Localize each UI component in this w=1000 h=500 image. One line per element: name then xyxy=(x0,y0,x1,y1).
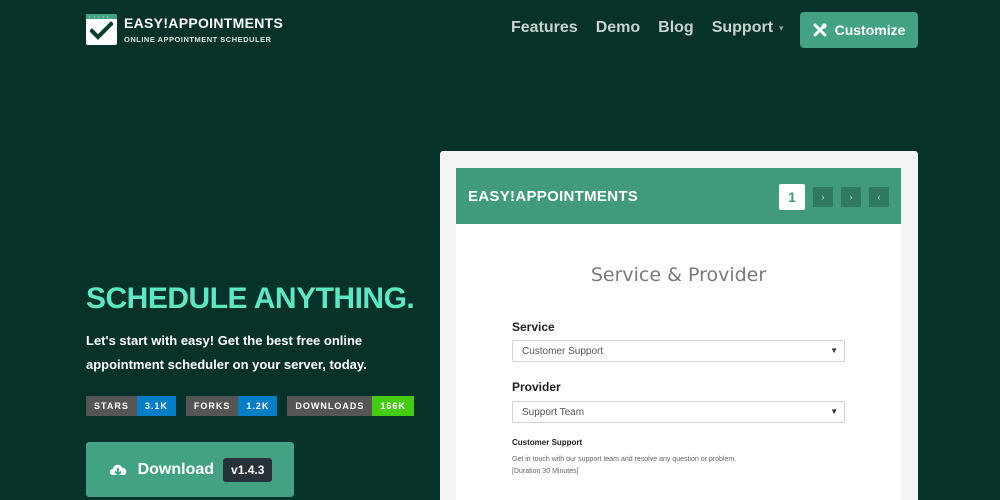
service-duration: [Duration 30 Minutes] xyxy=(512,468,579,475)
badge-label: DOWNLOADS xyxy=(287,396,373,416)
service-description: Get in touch with our support team and r… xyxy=(512,454,736,478)
booking-preview: EASY!APPOINTMENTS 1 › › ‹ Service & Prov… xyxy=(440,151,918,500)
wizard-steps: 1 › › ‹ xyxy=(779,184,889,210)
hero-text: Let's start with easy! Get the best free… xyxy=(86,333,367,372)
brand-title: EASY!APPOINTMENTS xyxy=(124,15,284,31)
main-nav: Features Demo Blog Support ▾ xyxy=(511,19,802,37)
service-select[interactable]: Customer Support ▼ xyxy=(512,340,845,362)
download-label: Download xyxy=(137,460,215,478)
preview-header: EASY!APPOINTMENTS 1 › › ‹ xyxy=(456,168,901,224)
download-button[interactable]: Download v1.4.3 xyxy=(86,442,294,497)
chevron-down-icon: ▾ xyxy=(779,22,784,33)
badge-value: 166K xyxy=(372,396,414,416)
chevron-down-icon: ▼ xyxy=(830,407,838,416)
badge-label: FORKS xyxy=(185,396,239,416)
step-1[interactable]: 1 xyxy=(779,184,805,210)
nav-blog[interactable]: Blog xyxy=(658,19,694,37)
step-4[interactable]: ‹ xyxy=(869,187,889,207)
preview-brand: EASY!APPOINTMENTS xyxy=(468,187,639,205)
stars-badge[interactable]: STARS 3.1K xyxy=(86,396,176,416)
step-3[interactable]: › xyxy=(841,187,861,207)
cloud-download-icon xyxy=(108,462,128,478)
chevron-down-icon: ▼ xyxy=(830,346,838,355)
provider-select-value: Support Team xyxy=(522,406,585,418)
customize-button[interactable]: Customize xyxy=(800,12,918,48)
provider-select[interactable]: Support Team ▼ xyxy=(512,401,845,423)
hero-title: SCHEDULE ANYTHING. xyxy=(86,282,415,315)
service-label: Service xyxy=(512,320,555,334)
nav-support[interactable]: Support ▾ xyxy=(712,19,784,37)
customize-label: Customize xyxy=(834,22,906,38)
service-select-value: Customer Support xyxy=(522,345,604,357)
badge-value: 1.2K xyxy=(238,396,278,416)
nav-support-label: Support xyxy=(711,19,774,36)
forks-badge[interactable]: FORKS 1.2K xyxy=(185,396,278,416)
badge-label: STARS xyxy=(86,396,137,416)
brand-logo[interactable]: • • • • • EASY!APPOINTMENTS ONLINE APPOI… xyxy=(86,14,283,45)
stat-badges: STARS 3.1K FORKS 1.2K DOWNLOADS 166K xyxy=(86,396,424,416)
brand-subtitle: ONLINE APPOINTMENT SCHEDULER xyxy=(124,35,272,44)
badge-value: 3.1K xyxy=(136,396,176,416)
nav-demo[interactable]: Demo xyxy=(596,19,640,37)
service-description-text: Get in touch with our support team and r… xyxy=(512,456,737,463)
nav-features[interactable]: Features xyxy=(511,19,578,37)
form-title: Service & Provider xyxy=(590,264,767,286)
provider-label: Provider xyxy=(512,380,561,394)
service-description-title: Customer Support xyxy=(512,438,583,447)
tools-icon xyxy=(813,23,827,37)
downloads-badge[interactable]: DOWNLOADS 166K xyxy=(287,396,414,416)
version-badge: v1.4.3 xyxy=(223,457,273,482)
step-2[interactable]: › xyxy=(813,187,833,207)
preview-form: Service & Provider Service Customer Supp… xyxy=(456,224,901,500)
calendar-check-icon: • • • • • xyxy=(86,14,117,45)
